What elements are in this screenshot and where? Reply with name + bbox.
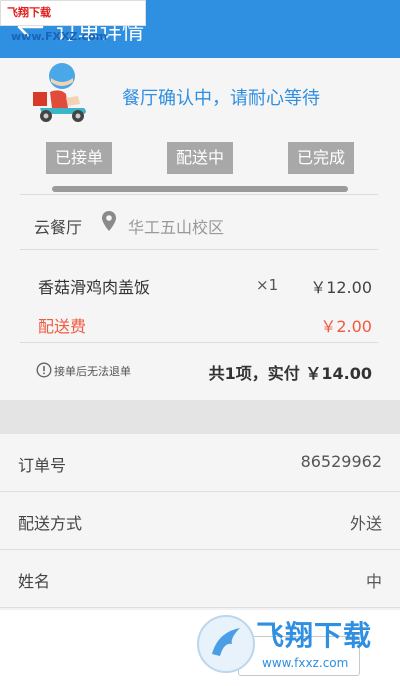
delivery-method-value: 外送 [349,514,382,533]
step-completed: 已完成 [288,142,354,174]
order-number-row: 订单号 86529962 [0,434,400,492]
order-number-value: 86529962 [300,452,382,471]
restaurant-address: 华工五山校区 [128,218,225,237]
item-price: ￥12.00 [310,278,372,297]
order-detail-card: 云餐厅 华工五山校区 香菇滑鸡肉盖饭 ×1 ￥12.00 配送费 ￥2.00 接… [0,194,400,400]
status-progress-bar [52,186,348,192]
status-message: 餐厅确认中，请耐心等待 [122,88,320,109]
order-number-label: 订单号 [18,456,67,475]
delivery-method-label: 配送方式 [18,514,83,533]
item-name: 香菇滑鸡肉盖饭 [38,278,151,297]
divider [20,249,378,250]
location-pin-icon [102,211,116,231]
section-gap [0,400,400,434]
item-quantity: ×1 [256,276,279,294]
refund-notice: 接单后无法退单 [54,365,131,378]
name-value: 中 [365,572,382,591]
delivery-rider-icon [33,63,86,122]
step-accepted: 已接单 [46,142,112,174]
watermark-badge: 飞翔下载 www.FXXZ.com [0,0,146,43]
site-logo-icon [197,615,255,673]
delivery-fee-price: ￥2.00 [320,317,372,336]
order-total-summary: 共1项，实付 ￥14.00 [208,364,372,383]
delivery-fee-label: 配送费 [38,317,87,336]
order-status-card: 餐厅确认中，请耐心等待 已接单 配送中 已完成 [0,58,400,194]
name-label: 姓名 [18,572,51,591]
info-alert-icon [36,362,52,378]
delivery-method-row: 配送方式 外送 [0,492,400,550]
divider [20,342,378,343]
divider [20,194,378,195]
site-logo-url: www.fxxz.com [262,656,349,670]
name-row: 姓名 中 [0,550,400,608]
watermark-brand: 飞翔下载 [7,6,51,19]
restaurant-name: 云餐厅 [34,218,83,237]
watermark-url: www.FXXZ.com [11,30,108,43]
step-delivering: 配送中 [167,142,233,174]
site-logo-text: 飞翔下载 [256,619,373,652]
